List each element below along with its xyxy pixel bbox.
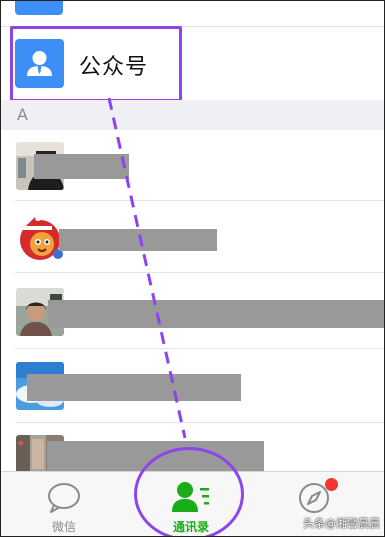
- notification-badge: [325, 478, 338, 491]
- contact-name-redacted: [59, 229, 217, 251]
- chat-bubble-icon: [47, 482, 81, 518]
- tab-chats[interactable]: 微信: [21, 472, 107, 536]
- contacts-screen: 公众号 A 微信 通讯录 头条@湘警晨晨: [1, 1, 384, 536]
- list-item[interactable]: [1, 349, 384, 423]
- section-header: A: [1, 100, 384, 130]
- previous-list-item[interactable]: [1, 1, 384, 27]
- highlight-circle: [134, 447, 244, 536]
- section-letter: A: [17, 105, 28, 124]
- contact-name-redacted: [48, 300, 384, 328]
- group-icon: [15, 1, 63, 15]
- list-item[interactable]: [1, 201, 384, 273]
- highlight-frame: [10, 26, 182, 102]
- tab-chats-label: 微信: [51, 520, 76, 534]
- list-item[interactable]: [1, 131, 384, 201]
- list-item[interactable]: [1, 273, 384, 349]
- watermark-text: 头条@湘警晨晨: [303, 517, 380, 530]
- cartoon-avatar: [16, 214, 64, 262]
- contact-name-redacted: [27, 374, 241, 401]
- contact-name-redacted: [34, 154, 129, 179]
